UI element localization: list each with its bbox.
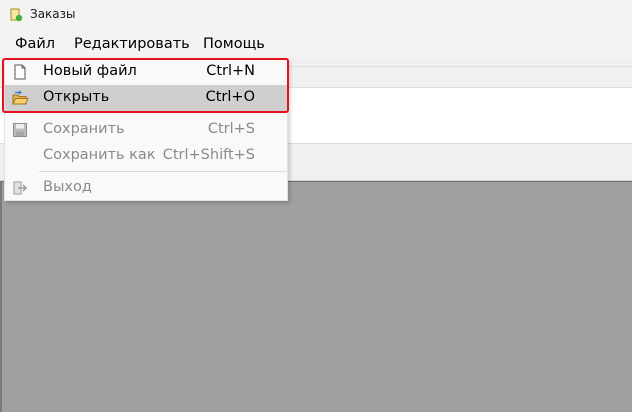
- menu-bar: Файл Редактировать Помощь: [0, 30, 632, 58]
- title-bar: Заказы: [0, 0, 632, 30]
- menu-item-save[interactable]: Сохранить Ctrl+S: [5, 117, 287, 143]
- menu-item-label: Сохранить как: [43, 147, 156, 163]
- menu-item-save-as[interactable]: Сохранить как Ctrl+Shift+S: [5, 143, 287, 169]
- menu-help[interactable]: Помощь: [203, 36, 265, 52]
- menu-separator: [39, 171, 287, 172]
- menu-item-label: Сохранить: [43, 121, 125, 137]
- app-icon: [10, 8, 23, 22]
- file-menu-dropdown: Новый файл Ctrl+N Открыть Ctrl+O Сохрани…: [4, 58, 288, 201]
- menu-item-label: Новый файл: [43, 63, 137, 79]
- menu-item-label: Выход: [43, 179, 92, 195]
- menu-item-label: Открыть: [43, 89, 110, 105]
- open-folder-icon: [12, 90, 29, 105]
- workspace-area: [0, 181, 632, 412]
- exit-icon: [13, 181, 28, 195]
- new-file-icon: [14, 64, 26, 80]
- menu-item-exit[interactable]: Выход: [5, 175, 287, 201]
- menu-item-shortcut: Ctrl+S: [207, 121, 255, 137]
- menu-item-shortcut: Ctrl+N: [206, 63, 255, 79]
- menu-file[interactable]: Файл: [15, 36, 55, 52]
- window-title: Заказы: [30, 7, 76, 21]
- menu-item-shortcut: Ctrl+O: [205, 89, 255, 105]
- menu-item-open[interactable]: Открыть Ctrl+O: [5, 85, 287, 111]
- menu-item-shortcut: Ctrl+Shift+S: [162, 147, 255, 163]
- save-icon: [13, 123, 27, 137]
- menu-edit[interactable]: Редактировать: [74, 36, 190, 52]
- menu-item-new-file[interactable]: Новый файл Ctrl+N: [5, 59, 287, 85]
